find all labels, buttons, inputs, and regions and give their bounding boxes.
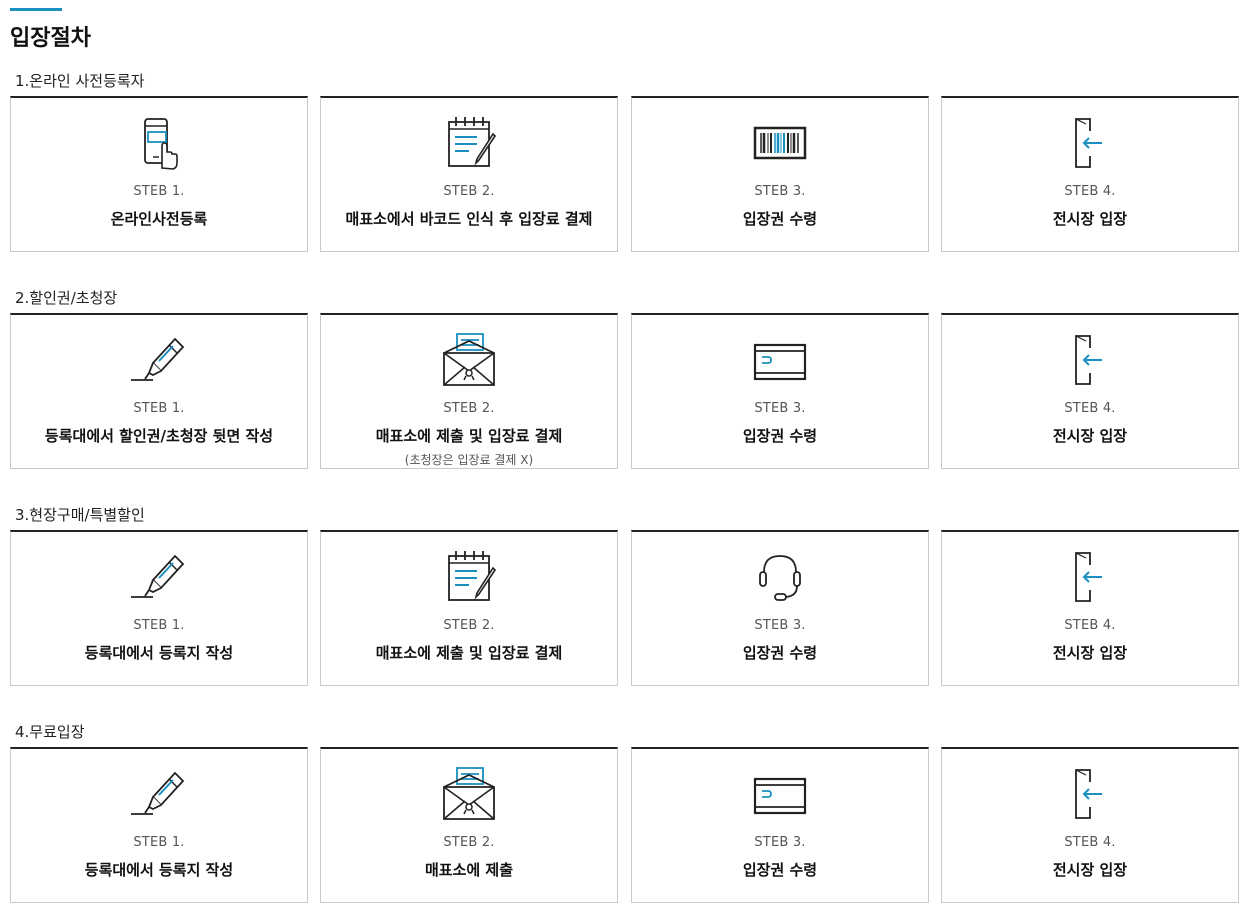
door-enter-icon bbox=[1075, 769, 1102, 819]
step-label: 전시장 입장 bbox=[1052, 644, 1128, 662]
door-enter-icon bbox=[1075, 335, 1102, 385]
step-label: 전시장 입장 bbox=[1052, 861, 1128, 879]
step-card: STEB 2. 매표소에서 바코드 인식 후 입장료 결제 bbox=[320, 96, 618, 252]
step-number: STEB 1. bbox=[133, 184, 185, 199]
headset-icon bbox=[759, 555, 801, 601]
step-card: STEB 4. 전시장 입장 bbox=[941, 747, 1239, 903]
step-label: 입장권 수령 bbox=[742, 210, 818, 228]
envelope-icon bbox=[443, 767, 495, 820]
step-card: STEB 4. 전시장 입장 bbox=[941, 530, 1239, 686]
step-card: STEB 4. 전시장 입장 bbox=[941, 96, 1239, 252]
step-card: STEB 1. 등록대에서 할인권/초청장 뒷면 작성 bbox=[10, 313, 308, 469]
notepad-pen-icon bbox=[448, 117, 497, 167]
page-title: 입장절차 bbox=[10, 26, 91, 51]
step-label: 입장권 수령 bbox=[742, 861, 818, 879]
step-note: (초청장은 입장료 결제 X) bbox=[404, 453, 534, 467]
door-enter-icon bbox=[1075, 118, 1102, 168]
step-number: STEB 3. bbox=[754, 401, 806, 416]
step-number: STEB 4. bbox=[1064, 401, 1116, 416]
wallet-icon bbox=[753, 777, 807, 815]
step-card: STEB 3. 입장권 수령 bbox=[631, 530, 929, 686]
step-label: 매표소에서 바코드 인식 후 입장료 결제 bbox=[345, 210, 593, 228]
step-cards: STEB 1. 등록대에서 할인권/초청장 뒷면 작성 STEB 2. 매표소에… bbox=[10, 313, 1240, 473]
highlighter-icon bbox=[131, 554, 185, 598]
step-number: STEB 1. bbox=[133, 835, 185, 850]
section-title: 2.할인권/초청장 bbox=[15, 289, 118, 307]
door-enter-icon bbox=[1075, 552, 1102, 602]
step-card: STEB 3. 입장권 수령 bbox=[631, 96, 929, 252]
step-label: 전시장 입장 bbox=[1052, 427, 1128, 445]
step-number: STEB 2. bbox=[443, 835, 495, 850]
step-cards: STEB 1. 온라인사전등록 STEB 2. 매표소에서 바코드 인식 후 입… bbox=[10, 96, 1240, 256]
step-label: 매표소에 제출 및 입장료 결제 bbox=[375, 427, 563, 445]
step-label: 전시장 입장 bbox=[1052, 210, 1128, 228]
highlighter-icon bbox=[131, 337, 185, 381]
step-number: STEB 2. bbox=[443, 401, 495, 416]
step-card: STEB 1. 등록대에서 등록지 작성 bbox=[10, 530, 308, 686]
section-title: 4.무료입장 bbox=[15, 723, 85, 741]
step-card: STEB 3. 입장권 수령 bbox=[631, 313, 929, 469]
step-card: STEB 1. 온라인사전등록 bbox=[10, 96, 308, 252]
section-title: 3.현장구매/특별할인 bbox=[15, 506, 145, 524]
step-cards: STEB 1. 등록대에서 등록지 작성 STEB 2. 매표소에 제출 및 입… bbox=[10, 530, 1240, 690]
highlighter-icon bbox=[131, 771, 185, 815]
step-label: 매표소에 제출 bbox=[424, 861, 514, 879]
title-accent-bar bbox=[10, 8, 62, 11]
step-card: STEB 2. 매표소에 제출 및 입장료 결제 bbox=[320, 530, 618, 686]
step-card: STEB 1. 등록대에서 등록지 작성 bbox=[10, 747, 308, 903]
step-number: STEB 4. bbox=[1064, 618, 1116, 633]
step-number: STEB 4. bbox=[1064, 835, 1116, 850]
step-label: 등록대에서 할인권/초청장 뒷면 작성 bbox=[44, 427, 274, 445]
phone-touch-icon bbox=[144, 118, 178, 170]
step-cards: STEB 1. 등록대에서 등록지 작성 STEB 2. 매표소에 제출 STE… bbox=[10, 747, 1240, 907]
step-number: STEB 2. bbox=[443, 618, 495, 633]
envelope-icon bbox=[443, 333, 495, 386]
step-card: STEB 2. 매표소에 제출 및 입장료 결제 (초청장은 입장료 결제 X) bbox=[320, 313, 618, 469]
step-label: 입장권 수령 bbox=[742, 644, 818, 662]
step-label: 매표소에 제출 및 입장료 결제 bbox=[375, 644, 563, 662]
step-label: 입장권 수령 bbox=[742, 427, 818, 445]
step-number: STEB 3. bbox=[754, 835, 806, 850]
section-title: 1.온라인 사전등록자 bbox=[15, 72, 145, 90]
barcode-icon bbox=[753, 126, 807, 160]
step-number: STEB 1. bbox=[133, 401, 185, 416]
step-card: STEB 2. 매표소에 제출 bbox=[320, 747, 618, 903]
step-number: STEB 1. bbox=[133, 618, 185, 633]
step-number: STEB 3. bbox=[754, 184, 806, 199]
step-label: 등록대에서 등록지 작성 bbox=[84, 644, 234, 662]
step-label: 온라인사전등록 bbox=[110, 210, 208, 228]
step-label: 등록대에서 등록지 작성 bbox=[84, 861, 234, 879]
notepad-pen-icon bbox=[448, 551, 497, 601]
step-number: STEB 2. bbox=[443, 184, 495, 199]
wallet-icon bbox=[753, 343, 807, 381]
step-number: STEB 4. bbox=[1064, 184, 1116, 199]
step-number: STEB 3. bbox=[754, 618, 806, 633]
step-card: STEB 4. 전시장 입장 bbox=[941, 313, 1239, 469]
step-card: STEB 3. 입장권 수령 bbox=[631, 747, 929, 903]
